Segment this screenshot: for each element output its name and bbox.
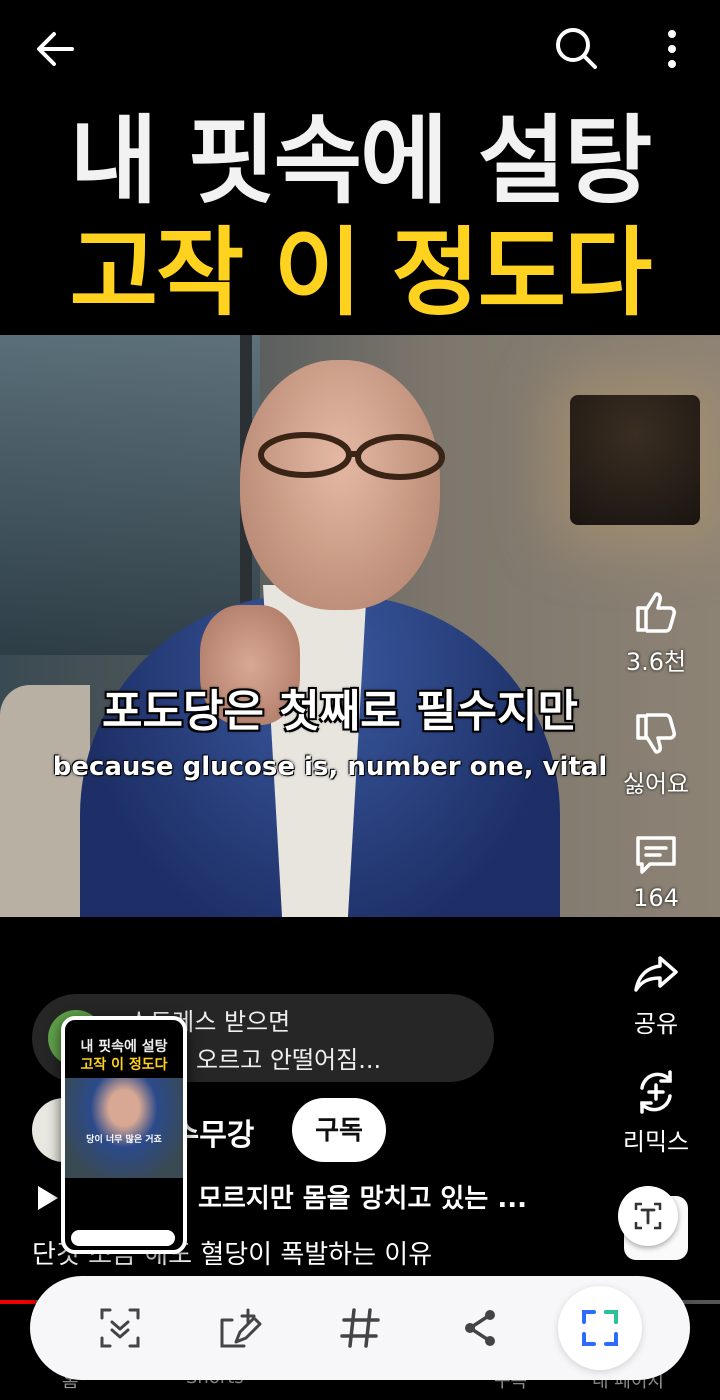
thumbnail-toolbar xyxy=(71,1230,175,1246)
share-screenshot-button[interactable] xyxy=(458,1306,502,1350)
thumbnail-headline-2: 고작 이 정도다 xyxy=(80,1057,168,1073)
top-bar xyxy=(0,0,720,100)
share-label: 공유 xyxy=(633,1010,679,1038)
search-icon[interactable] xyxy=(552,24,600,72)
text-recognition-icon xyxy=(634,1202,662,1230)
share-nodes-icon xyxy=(465,1310,495,1346)
like-count: 3.6천 xyxy=(625,648,687,676)
extract-text-button[interactable] xyxy=(618,1186,688,1262)
more-vert-icon[interactable] xyxy=(654,26,690,72)
subscribe-button[interactable]: 구독 xyxy=(292,1098,386,1162)
comment-preview-line-2: 오르고 안떨어짐... xyxy=(196,1046,382,1074)
dislike-label: 싫어요 xyxy=(622,770,690,798)
arrow-left-icon[interactable] xyxy=(32,26,78,72)
screenshot-thumbnail[interactable]: 내 핏속에 설탕 고작 이 정도다 당이 너무 많은 거죠 xyxy=(61,1016,187,1254)
progress-fill xyxy=(0,1300,36,1304)
extract-text-circle xyxy=(618,1186,678,1246)
remix-icon xyxy=(640,1070,672,1114)
scroll-capture-button[interactable] xyxy=(98,1306,142,1350)
comment-count: 164 xyxy=(633,884,679,912)
dislike-button[interactable]: 싫어요 xyxy=(606,710,706,799)
share-arrow-icon xyxy=(634,956,678,992)
playlist-title: 모르지만 몸을 망치고 있는 ... xyxy=(198,1184,527,1214)
edit-draw-button[interactable] xyxy=(218,1306,262,1350)
background-window xyxy=(0,335,260,655)
hashtag-icon xyxy=(340,1308,380,1348)
capture-frame-icon xyxy=(582,1310,618,1346)
edit-draw-icon xyxy=(220,1308,262,1348)
play-icon xyxy=(38,1186,58,1210)
share-button[interactable]: 공유 xyxy=(606,950,706,1039)
hashtag-button[interactable] xyxy=(338,1306,382,1350)
speaker-head xyxy=(240,360,440,610)
thumbs-up-icon xyxy=(636,592,676,633)
headline-line-2: 고작 이 정도다 xyxy=(69,217,653,329)
thumbnail-subtitle: 당이 너무 많은 거죠 xyxy=(86,1135,162,1145)
comments-button[interactable]: 164 xyxy=(606,830,706,912)
thumbnail-headline-1: 내 핏속에 설탕 xyxy=(80,1039,168,1055)
like-button[interactable]: 3.6천 xyxy=(606,588,706,677)
wall-lamp xyxy=(570,395,700,525)
comment-icon xyxy=(636,836,676,874)
thumbnail-video xyxy=(65,1078,183,1178)
thumbs-down-icon xyxy=(636,713,676,754)
screenshot-toolbar xyxy=(30,1276,690,1380)
headline-line-1: 내 핏속에 설탕 xyxy=(69,105,653,217)
scroll-capture-icon xyxy=(100,1308,140,1348)
capture-area-button[interactable] xyxy=(558,1286,642,1370)
speaker-glasses xyxy=(258,432,445,480)
video-headline: 내 핏속에 설탕 고작 이 정도다 xyxy=(0,105,720,329)
